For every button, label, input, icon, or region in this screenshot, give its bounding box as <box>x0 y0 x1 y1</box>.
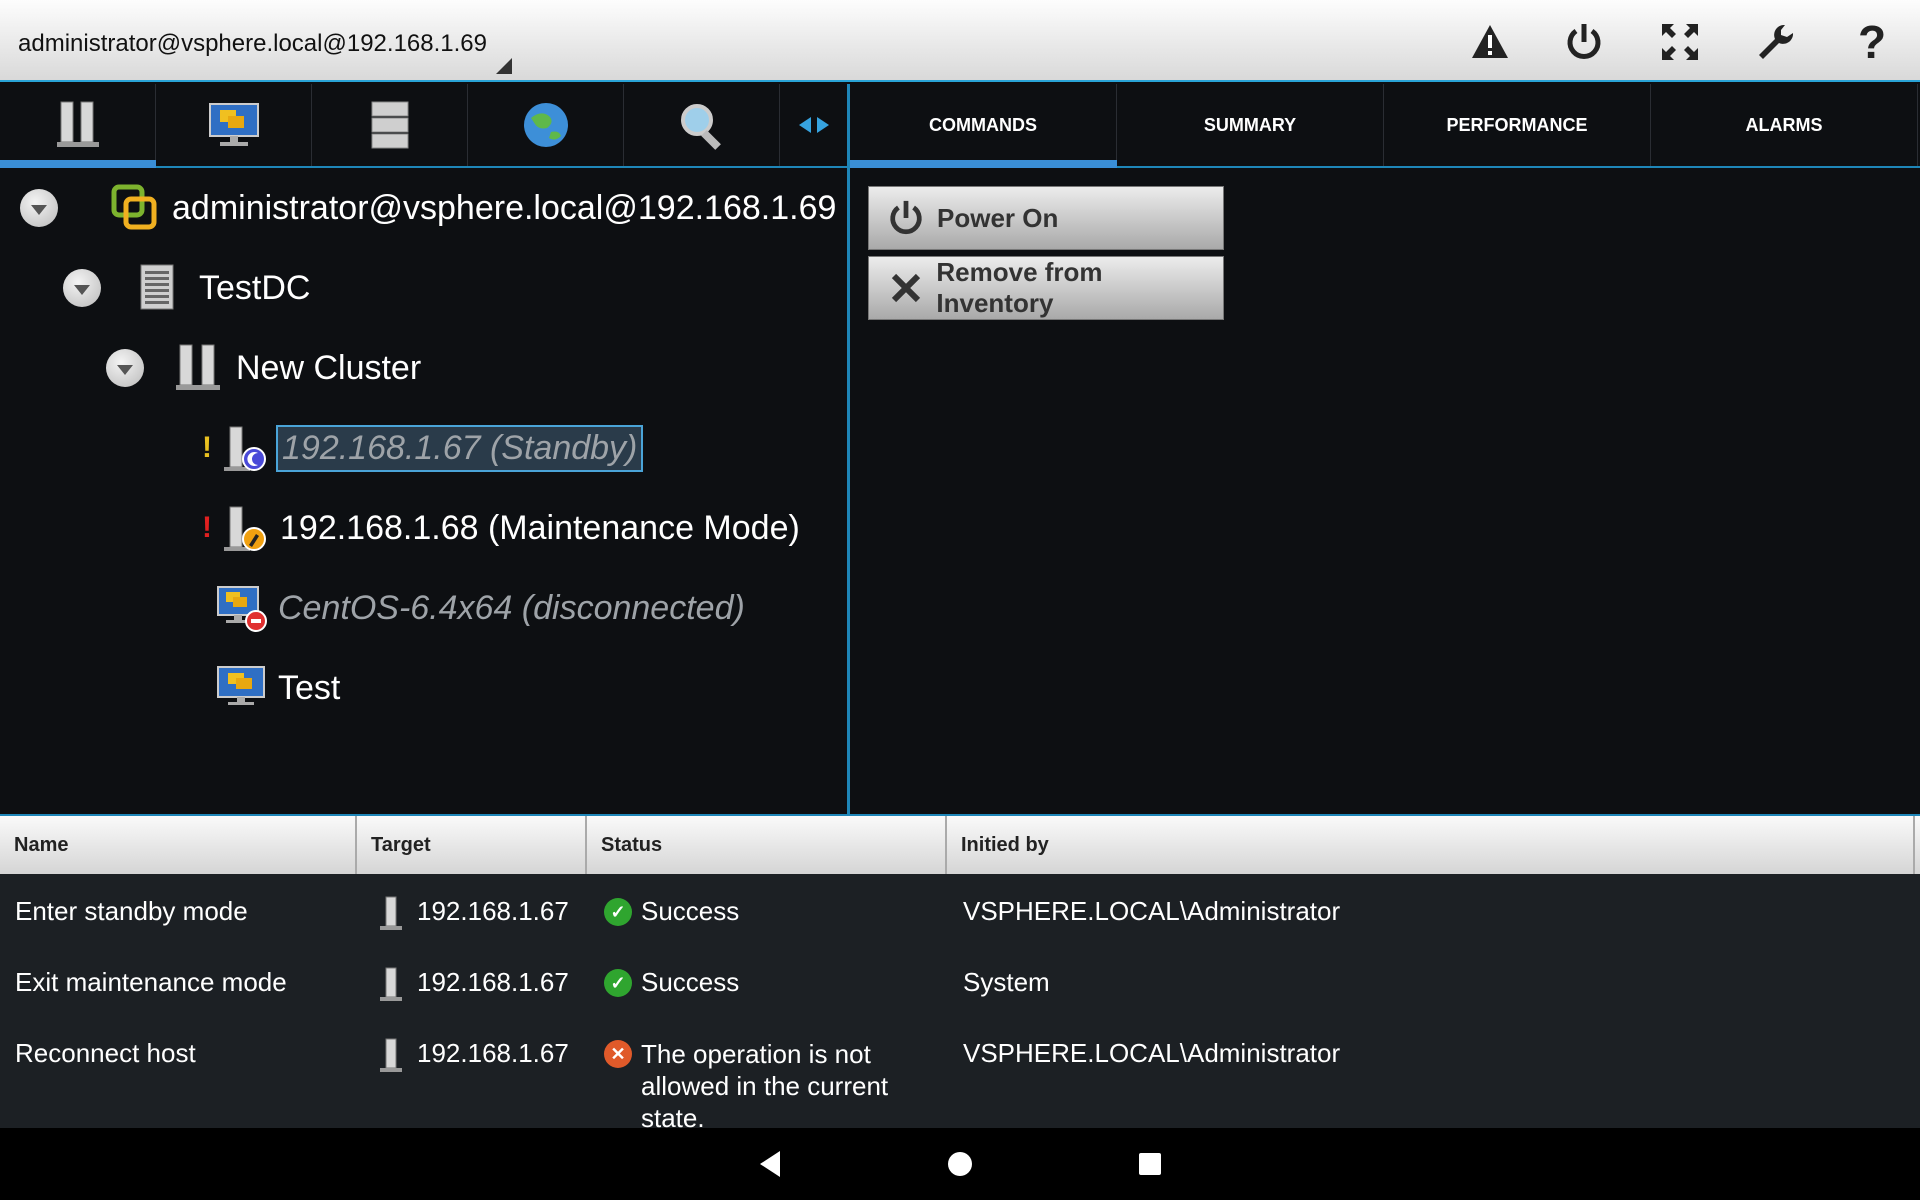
collapse-toggle-icon[interactable] <box>63 269 101 307</box>
tree-host-maint-label: 192.168.1.68 (Maintenance Mode) <box>280 508 800 547</box>
tree-root-label: administrator@vsphere.local@192.168.1.69 <box>172 188 837 227</box>
vm-icon <box>216 663 266 713</box>
datastores-tab[interactable] <box>312 84 468 166</box>
power-on-button[interactable]: Power On <box>868 186 1224 250</box>
top-bar: administrator@vsphere.local@192.168.1.69… <box>0 0 1920 82</box>
tree-vm-test-row[interactable]: Test <box>216 658 340 718</box>
recents-icon[interactable] <box>1132 1146 1168 1182</box>
tab-commands[interactable]: COMMANDS <box>850 84 1117 168</box>
column-header-initiated-by[interactable]: Initied by <box>947 816 1915 874</box>
fullscreen-icon[interactable] <box>1650 16 1710 68</box>
datacenter-icon <box>137 263 187 313</box>
remove-from-inventory-button[interactable]: Remove from Inventory <box>868 256 1224 320</box>
tree-vm-disconnected-label: CentOS-6.4x64 (disconnected) <box>278 588 745 627</box>
close-icon <box>883 265 928 311</box>
power-icon[interactable] <box>1554 16 1614 68</box>
home-icon[interactable] <box>942 1146 978 1182</box>
warning-icon: ! <box>202 431 212 464</box>
tab-performance[interactable]: PERFORMANCE <box>1384 84 1651 166</box>
collapse-toggle-icon[interactable] <box>20 189 58 227</box>
task-status-text: The operation is not allowed in the curr… <box>641 1039 889 1133</box>
host-icon <box>378 896 404 939</box>
tree-vm-disconnected-row[interactable]: CentOS-6.4x64 (disconnected) <box>216 578 745 638</box>
connection-title[interactable]: administrator@vsphere.local@192.168.1.69 <box>18 30 487 58</box>
task-name: Enter standby mode <box>15 896 248 926</box>
task-status-text: Success <box>641 896 740 926</box>
tree-host-standby-label: 192.168.1.67 (Standby) <box>276 424 644 472</box>
task-initiated-by: System <box>963 967 1050 997</box>
remove-from-inventory-label: Remove from Inventory <box>936 257 1103 318</box>
task-target: 192.168.1.67 <box>417 896 569 926</box>
alert-icon[interactable] <box>1460 16 1520 68</box>
details-tabs: COMMANDS SUMMARY PERFORMANCE ALARMS <box>850 84 1920 168</box>
column-header-target[interactable]: Target <box>357 816 587 874</box>
vcenter-icon <box>110 183 160 233</box>
system-navigation-bar <box>0 1128 1920 1200</box>
back-icon[interactable] <box>752 1146 788 1182</box>
hosts-clusters-tab[interactable] <box>0 84 156 168</box>
resize-arrows-icon[interactable] <box>780 84 848 166</box>
tree-root-row[interactable]: administrator@vsphere.local@192.168.1.69 <box>20 178 836 238</box>
host-icon <box>378 1038 404 1081</box>
settings-wrench-icon[interactable] <box>1746 16 1806 68</box>
tree-datacenter-label: TestDC <box>199 268 311 307</box>
table-row[interactable]: Exit maintenance mode 192.168.1.67 ✓ Suc… <box>0 967 1920 1023</box>
task-name: Reconnect host <box>15 1038 196 1068</box>
tab-alarms[interactable]: ALARMS <box>1651 84 1918 166</box>
tab-summary[interactable]: SUMMARY <box>1117 84 1384 166</box>
task-name: Exit maintenance mode <box>15 967 287 997</box>
task-target: 192.168.1.67 <box>417 967 569 997</box>
tree-host-standby-row[interactable]: ! 192.168.1.67 (Standby) <box>202 418 644 478</box>
success-check-icon: ✓ <box>604 898 632 926</box>
task-status-text: Success <box>641 967 740 997</box>
power-icon <box>883 195 929 241</box>
svg-text:?: ? <box>1858 20 1886 64</box>
tasks-table-header: Name Target Status Initied by <box>0 816 1920 874</box>
success-check-icon: ✓ <box>604 969 632 997</box>
recent-tasks-panel: Name Target Status Initied by Enter stan… <box>0 814 1920 1133</box>
task-initiated-by: VSPHERE.LOCAL\Administrator <box>963 1038 1341 1068</box>
tree-vm-test-label: Test <box>278 668 341 707</box>
table-row[interactable]: Reconnect host 192.168.1.67 ✕ The operat… <box>0 1038 1920 1133</box>
tree-datacenter-row[interactable]: TestDC <box>63 258 310 318</box>
networks-tab[interactable] <box>468 84 624 166</box>
tree-host-maint-row[interactable]: ! 192.168.1.68 (Maintenance Mode) <box>202 498 800 558</box>
dropdown-corner-icon[interactable] <box>496 58 512 74</box>
host-maintenance-icon <box>218 503 268 553</box>
vms-tab[interactable] <box>156 84 312 166</box>
host-icon <box>378 967 404 1010</box>
collapse-toggle-icon[interactable] <box>106 349 144 387</box>
search-tab[interactable] <box>624 84 780 166</box>
tree-cluster-label: New Cluster <box>236 348 422 387</box>
column-header-status[interactable]: Status <box>587 816 947 874</box>
host-standby-icon <box>218 423 268 473</box>
task-target: 192.168.1.67 <box>417 1038 569 1068</box>
power-on-label: Power On <box>937 202 1059 233</box>
inventory-tabs <box>0 84 848 168</box>
details-pane: COMMANDS SUMMARY PERFORMANCE ALARMS Powe… <box>850 84 1920 814</box>
cluster-icon <box>174 343 224 393</box>
tree-cluster-row[interactable]: New Cluster <box>106 338 421 398</box>
error-x-icon: ✕ <box>604 1040 632 1068</box>
table-row[interactable]: Enter standby mode 192.168.1.67 ✓ Succes… <box>0 896 1920 952</box>
task-initiated-by: VSPHERE.LOCAL\Administrator <box>963 896 1341 926</box>
column-header-name[interactable]: Name <box>0 816 357 874</box>
inventory-pane: administrator@vsphere.local@192.168.1.69… <box>0 84 848 814</box>
help-icon[interactable]: ? <box>1842 16 1902 68</box>
vm-disconnected-icon <box>216 583 267 633</box>
error-icon: ! <box>202 511 212 544</box>
